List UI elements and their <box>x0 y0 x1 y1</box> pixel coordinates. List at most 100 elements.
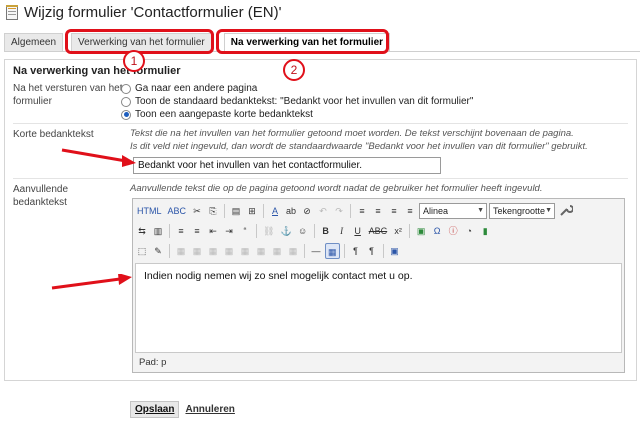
special-char-icon[interactable]: Ω <box>430 223 444 239</box>
radio-custom-text[interactable]: Toon een aangepaste korte bedanktekst <box>121 109 313 120</box>
superscript-icon[interactable]: x² <box>391 223 405 239</box>
radio-label: Toon een aangepaste korte bedanktekst <box>135 109 313 120</box>
short-text-label: Korte bedanktekst <box>13 129 94 140</box>
edit-icon[interactable]: ✎ <box>151 243 165 259</box>
section-heading: Na verwerking van het formulier <box>13 65 181 77</box>
toolbar-separator <box>350 204 352 218</box>
highlight-color-icon[interactable]: ab <box>284 203 298 219</box>
copy-icon[interactable]: ⎘ <box>206 203 220 219</box>
undo-icon[interactable]: ↶ <box>316 203 330 219</box>
chevron-down-icon: ▼ <box>477 207 485 214</box>
table-delete-col-icon[interactable]: ▦ <box>254 243 268 259</box>
radio-label: Toon de standaard bedanktekst: "Bedankt … <box>135 96 474 107</box>
short-thank-you-input[interactable] <box>133 157 441 174</box>
editor-path-bar: Pad: p <box>139 357 167 368</box>
bullet-list-icon[interactable]: ≡ <box>174 223 188 239</box>
toolbar-separator <box>313 224 315 238</box>
spellcheck-icon[interactable]: ABC <box>166 203 189 219</box>
toolbar-separator <box>169 244 170 258</box>
toolbar-separator <box>256 224 257 238</box>
toolbar-separator <box>382 244 384 258</box>
blockquote-icon[interactable]: “ <box>238 223 252 239</box>
emoticon-icon[interactable]: ☺ <box>296 223 310 239</box>
redo-icon[interactable]: ↷ <box>332 203 346 219</box>
toolbar-separator <box>304 244 305 258</box>
replace-icon[interactable]: ⊞ <box>245 203 259 219</box>
table-insert-row-icon[interactable]: ▦ <box>206 243 220 259</box>
save-button[interactable]: Opslaan <box>130 401 180 418</box>
indent-icon[interactable]: ⇥ <box>222 223 236 239</box>
align-justify-icon[interactable]: ≡ <box>403 203 417 219</box>
link-icon[interactable]: ⛓ <box>261 223 276 239</box>
divider <box>13 123 628 124</box>
anchor-icon[interactable]: ⚓ <box>278 223 293 239</box>
editor-toolbar-row-3: ⬚ ✎ ▦ ▦ ▦ ▦ ▦ ▦ ▦ ▦ — ▦ ¶ ¶ ▣ <box>135 241 622 261</box>
divider <box>13 178 628 179</box>
info-icon[interactable]: ⓘ <box>446 223 460 239</box>
paste-word-icon[interactable]: ▥ <box>151 223 165 239</box>
short-text-hint-2: Is dit veld niet ingevuld, dan wordt de … <box>130 141 588 152</box>
toolbar-separator <box>224 204 226 218</box>
align-left-icon[interactable]: ≡ <box>355 203 369 219</box>
editor-toolbar-row-1: HTML ABC ✂ ⎘ ▤ ⊞ A ab ⊘ ↶ ↷ ≡ ≡ ≡ ≡ Alin… <box>135 201 622 221</box>
editor-toolbar-row-2: ⇆ ▥ ≡ ≡ ⇤ ⇥ “ ⛓ ⚓ ☺ B I U ABC x² ▣ Ω ⓘ ◔… <box>135 221 622 241</box>
rtl-icon[interactable]: ¶ <box>365 243 379 259</box>
page-header: Wijzig formulier 'Contactformulier (EN)' <box>6 4 281 21</box>
table-cell-props-icon[interactable]: ▦ <box>190 243 204 259</box>
form-section-panel: Na verwerking van het formulier Na het v… <box>4 59 637 381</box>
strikethrough-icon[interactable]: ABC <box>367 223 390 239</box>
align-right-icon[interactable]: ≡ <box>387 203 401 219</box>
html-source-icon[interactable]: HTML <box>135 203 164 219</box>
font-size-select[interactable]: Tekengrootte ▼ <box>489 203 556 219</box>
image-icon[interactable]: ▣ <box>414 223 428 239</box>
cancel-link[interactable]: Annuleren <box>185 404 234 415</box>
wrench-icon[interactable] <box>557 203 575 219</box>
table-merge-icon[interactable]: ▦ <box>286 243 300 259</box>
align-center-icon[interactable]: ≡ <box>371 203 385 219</box>
fullscreen-icon[interactable]: ▣ <box>388 243 402 259</box>
numbered-list-icon[interactable]: ≡ <box>190 223 204 239</box>
table-split-icon[interactable]: ▦ <box>270 243 284 259</box>
additional-text-hint: Aanvullende tekst die op de pagina getoo… <box>130 183 543 194</box>
paste-icon[interactable]: ⇆ <box>135 223 149 239</box>
toolbar-separator <box>263 204 265 218</box>
radio-default-text[interactable]: Toon de standaard bedanktekst: "Bedankt … <box>121 96 473 107</box>
additional-text-label: Aanvullende bedanktekst <box>13 184 69 208</box>
clock-icon[interactable]: ◔ <box>462 223 476 239</box>
find-icon[interactable]: ▤ <box>229 203 243 219</box>
chevron-down-icon: ▼ <box>545 207 553 214</box>
bold-icon[interactable]: B <box>319 223 333 239</box>
radio-goto-page[interactable]: Ga naar een andere pagina <box>121 83 257 94</box>
format-select[interactable]: Alinea ▼ <box>419 203 488 219</box>
radio-button[interactable] <box>121 83 131 94</box>
rich-text-editor: HTML ABC ✂ ⎘ ▤ ⊞ A ab ⊘ ↶ ↷ ≡ ≡ ≡ ≡ Alin… <box>132 198 625 373</box>
radio-button-selected[interactable] <box>121 109 131 120</box>
visual-aid-icon[interactable]: ⬚ <box>135 243 149 259</box>
page-title: Wijzig formulier 'Contactformulier (EN)' <box>24 4 282 21</box>
arrow-to-short-text-icon <box>61 148 136 167</box>
radio-button[interactable] <box>121 96 131 107</box>
toolbar-separator <box>343 244 345 258</box>
table-row-props-icon[interactable]: ▦ <box>174 243 188 259</box>
clear-format-icon[interactable]: ⊘ <box>300 203 314 219</box>
format-select-value: Alinea <box>423 206 449 216</box>
editor-content-text: Indien nodig nemen wij zo snel mogelijk … <box>144 270 413 282</box>
media-icon[interactable]: ▮ <box>478 223 492 239</box>
cut-icon[interactable]: ✂ <box>190 203 204 219</box>
outdent-icon[interactable]: ⇤ <box>206 223 220 239</box>
horizontal-rule-icon[interactable]: — <box>309 243 323 259</box>
callout-badge-2: 2 <box>283 59 305 81</box>
toolbar-separator <box>169 224 170 238</box>
tab-general[interactable]: Algemeen <box>4 33 64 51</box>
table-icon[interactable]: ▦ <box>325 243 340 259</box>
underline-icon[interactable]: U <box>351 223 365 239</box>
text-color-icon[interactable]: A <box>268 203 282 219</box>
italic-icon[interactable]: I <box>335 223 349 239</box>
form-actions: Opslaan Annuleren <box>130 401 235 418</box>
on-submit-label: Na het versturen van het formulier <box>13 83 123 107</box>
short-text-hint-1: Tekst die na het invullen van het formul… <box>130 128 574 139</box>
editor-content-area[interactable]: Indien nodig nemen wij zo snel mogelijk … <box>135 263 622 353</box>
table-insert-col-icon[interactable]: ▦ <box>238 243 252 259</box>
table-delete-row-icon[interactable]: ▦ <box>222 243 236 259</box>
ltr-icon[interactable]: ¶ <box>349 243 363 259</box>
